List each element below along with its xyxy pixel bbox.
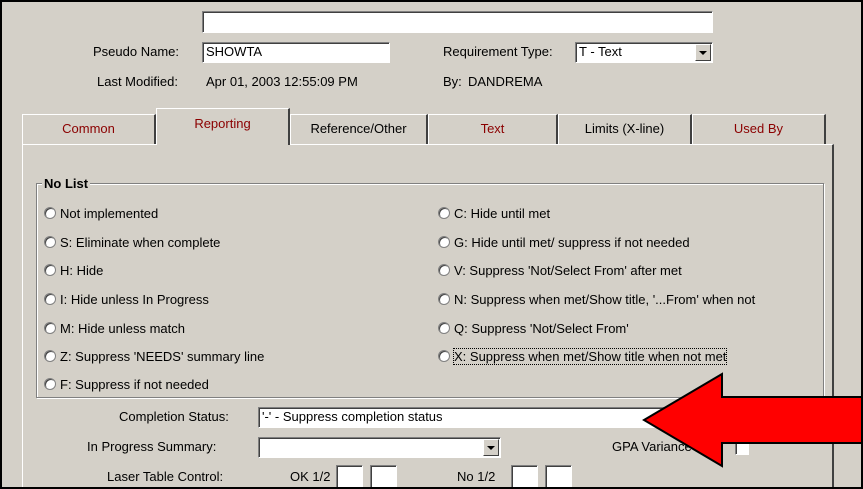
radio-label: Not implemented — [60, 205, 159, 221]
ok-2-field[interactable] — [370, 465, 397, 487]
radio-label: Q: Suppress 'Not/Select From' — [454, 320, 629, 336]
radio-suppress-if-not-needed[interactable]: F: Suppress if not needed — [44, 375, 209, 393]
dialog-window: Pseudo Name: SHOWTA Requirement Type: T … — [0, 0, 863, 489]
in-progress-summary-label: In Progress Summary: — [87, 439, 217, 454]
ok-1-field[interactable] — [336, 465, 363, 487]
completion-status-field[interactable]: '-' - Suppress completion status — [258, 407, 678, 428]
radio-suppress-when-met-show-title[interactable]: X: Suppress when met/Show title when not… — [438, 347, 728, 365]
no-half-label: No 1/2 — [457, 469, 496, 484]
radio-label: V: Suppress 'Not/Select From' after met — [454, 262, 682, 278]
radio-hide-until-met[interactable]: C: Hide until met — [438, 204, 550, 222]
radio-label: Z: Suppress 'NEEDS' summary line — [60, 348, 265, 364]
tab-reporting[interactable]: Reporting — [156, 108, 290, 145]
chevron-down-icon[interactable] — [483, 439, 499, 456]
radio-circle-icon — [44, 322, 56, 334]
top-text-field[interactable] — [202, 11, 713, 33]
radio-not-implemented[interactable]: Not implemented — [44, 204, 158, 222]
no-2-field[interactable] — [545, 465, 572, 487]
radio-hide[interactable]: H: Hide — [44, 261, 103, 279]
last-modified-value: Apr 01, 2003 12:55:09 PM — [206, 74, 358, 89]
radio-circle-icon — [44, 350, 56, 362]
tab-common[interactable]: Common — [22, 114, 156, 144]
radio-label: F: Suppress if not needed — [60, 376, 209, 392]
radio-hide-unless-in-progress[interactable]: I: Hide unless In Progress — [44, 290, 209, 308]
radio-circle-icon — [438, 293, 450, 305]
radio-hide-until-met-suppress[interactable]: G: Hide until met/ suppress if not neede… — [438, 233, 690, 251]
radio-label: M: Hide unless match — [60, 320, 185, 336]
tab-limits-x-line[interactable]: Limits (X-line) — [558, 114, 692, 144]
radio-circle-icon — [438, 322, 450, 334]
radio-suppress-not-select-from[interactable]: Q: Suppress 'Not/Select From' — [438, 319, 629, 337]
completion-status-value: '-' - Suppress completion status — [262, 409, 443, 424]
red-arrow-icon — [642, 372, 861, 468]
requirement-type-label: Requirement Type: — [443, 44, 553, 59]
requirement-type-value: T - Text — [579, 44, 622, 59]
radio-label: G: Hide until met/ suppress if not neede… — [454, 234, 690, 250]
radio-hide-unless-match[interactable]: M: Hide unless match — [44, 319, 185, 337]
radio-circle-icon — [438, 236, 450, 248]
no-list-group-title: No List — [42, 176, 91, 191]
radio-suppress-not-select-after-met[interactable]: V: Suppress 'Not/Select From' after met — [438, 261, 682, 279]
radio-circle-icon — [438, 207, 450, 219]
radio-label: H: Hide — [60, 262, 104, 278]
radio-circle-icon — [438, 350, 450, 362]
last-modified-label: Last Modified: — [97, 74, 178, 89]
radio-circle-icon — [44, 378, 56, 390]
radio-label: I: Hide unless In Progress — [60, 291, 209, 307]
chevron-down-icon[interactable] — [695, 44, 711, 61]
pseudo-name-value: SHOWTA — [206, 44, 263, 59]
requirement-type-select[interactable]: T - Text — [575, 42, 713, 63]
in-progress-summary-value — [259, 439, 262, 454]
no-1-field[interactable] — [511, 465, 538, 487]
radio-circle-icon — [44, 293, 56, 305]
completion-status-label: Completion Status: — [119, 409, 229, 424]
radio-suppress-needs-summary[interactable]: Z: Suppress 'NEEDS' summary line — [44, 347, 264, 365]
by-label: By: — [443, 74, 462, 89]
radio-eliminate-when-complete[interactable]: S: Eliminate when complete — [44, 233, 220, 251]
radio-circle-icon — [44, 236, 56, 248]
pseudo-name-field[interactable]: SHOWTA — [202, 42, 390, 63]
tab-reference-other[interactable]: Reference/Other — [290, 114, 428, 144]
radio-circle-icon — [438, 264, 450, 276]
radio-circle-icon — [44, 264, 56, 276]
radio-label: X: Suppress when met/Show title when not… — [452, 347, 728, 365]
pseudo-name-label: Pseudo Name: — [93, 44, 179, 59]
radio-label: C: Hide until met — [454, 205, 551, 221]
radio-label: S: Eliminate when complete — [60, 234, 221, 250]
radio-suppress-when-met-show-title-from[interactable]: N: Suppress when met/Show title, '...Fro… — [438, 290, 755, 308]
laser-table-control-label: Laser Table Control: — [107, 469, 224, 484]
in-progress-summary-select[interactable] — [258, 437, 501, 458]
tab-used-by[interactable]: Used By — [692, 114, 826, 144]
ok-half-label: OK 1/2 — [290, 469, 331, 484]
by-value: DANDREMA — [468, 74, 543, 89]
tab-text[interactable]: Text — [428, 114, 558, 144]
radio-label: N: Suppress when met/Show title, '...Fro… — [454, 291, 756, 307]
radio-circle-icon — [44, 207, 56, 219]
top-field-value — [203, 13, 206, 28]
